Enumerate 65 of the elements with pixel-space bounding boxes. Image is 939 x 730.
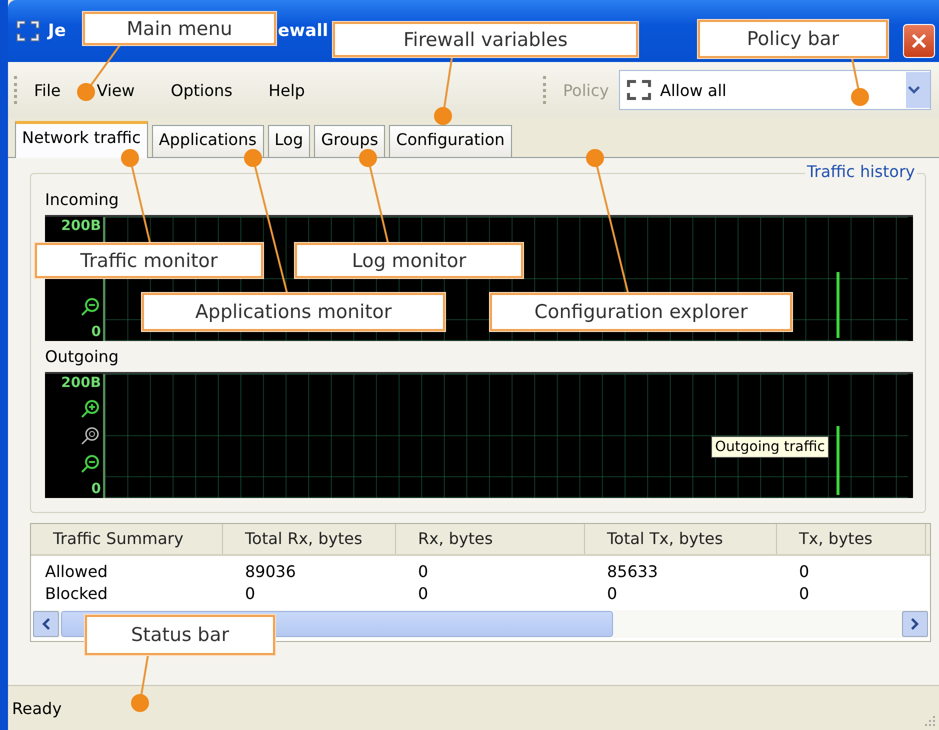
callout-tooltip: Policy bar (698, 20, 888, 58)
zoom-out-icon[interactable] (79, 452, 101, 474)
zoom-in-icon[interactable] (79, 398, 101, 420)
chevron-right-icon (911, 618, 919, 630)
window-title: ewall (278, 21, 328, 41)
table-cell-text: Allowed (44, 562, 109, 583)
leader-line (851, 58, 869, 106)
status-text: Ready (12, 698, 62, 718)
table-cell-text: 0 (417, 562, 430, 583)
window-title: Je (48, 21, 66, 41)
axis-label: 200B (61, 374, 101, 392)
close-icon (911, 33, 927, 49)
callout-tooltip: Applications monitor (142, 293, 445, 331)
table-cell-text: 0 (244, 584, 256, 605)
app-icon (16, 20, 40, 42)
callout-tooltip: Traffic monitor (35, 243, 263, 278)
chevron-down-icon (908, 86, 920, 94)
callout-tooltip: Log monitor (295, 243, 523, 278)
policy-dropdown[interactable]: Allow all (619, 70, 931, 110)
menu-item[interactable]: File (34, 80, 61, 100)
callout-tooltip: Status bar (85, 615, 275, 655)
tab[interactable]: Applications (152, 125, 264, 157)
table-cell-text: 0 (606, 584, 618, 605)
close-button[interactable] (903, 24, 935, 58)
tab[interactable]: Network traffic (15, 121, 148, 158)
policy-label: Policy (562, 80, 609, 100)
scroll-right-button[interactable] (902, 611, 928, 637)
table-cell-text: 89036 (244, 562, 297, 583)
tab[interactable]: Configuration (389, 125, 512, 157)
table-cell-text: Blocked (44, 584, 109, 605)
toolbar-grip[interactable] (14, 76, 20, 104)
zoom-reset-icon[interactable] (79, 425, 101, 447)
tab[interactable]: Log (268, 125, 310, 157)
dropdown-button[interactable] (906, 72, 930, 108)
menu-item[interactable]: Help (268, 80, 305, 100)
tooltip: Outgoing traffic (711, 436, 829, 458)
table-cell-text: 0 (798, 562, 810, 583)
column-header[interactable]: Rx, bytes (396, 524, 585, 554)
table-cell-text: 0 (798, 584, 810, 605)
column-header[interactable]: Traffic Summary (31, 524, 223, 554)
axis-label: 0 (91, 480, 101, 498)
callout-tooltip: Main menu (83, 12, 276, 45)
menu-item[interactable]: Options (170, 80, 232, 100)
table-cell-text: 85633 (606, 562, 659, 583)
menu-item[interactable]: View (96, 80, 135, 100)
graph-label: Outgoing (45, 347, 120, 366)
traffic-history-link[interactable]: Traffic history (804, 162, 917, 181)
column-header[interactable]: Tx, bytes (777, 524, 926, 554)
chevron-left-icon (42, 618, 50, 630)
callout-tooltip: Firewall variables (333, 22, 638, 57)
leader-line (434, 56, 453, 125)
zoom-out-icon[interactable] (79, 296, 101, 318)
resize-grip-icon[interactable] (924, 715, 936, 727)
column-header[interactable]: Total Tx, bytes (585, 524, 777, 554)
table-cell-text: 0 (417, 584, 430, 605)
scroll-left-button[interactable] (33, 611, 59, 637)
callout-tooltip: Configuration explorer (490, 293, 792, 331)
leader-line (131, 654, 149, 712)
column-header[interactable]: Total Rx, bytes (223, 524, 396, 554)
tab[interactable]: Groups (314, 125, 386, 157)
toolbar-grip[interactable] (542, 76, 549, 104)
graph-label: Incoming (45, 190, 120, 209)
axis-label: 0 (91, 323, 101, 341)
policy-icon (626, 79, 652, 101)
axis-label: 200B (61, 217, 101, 235)
